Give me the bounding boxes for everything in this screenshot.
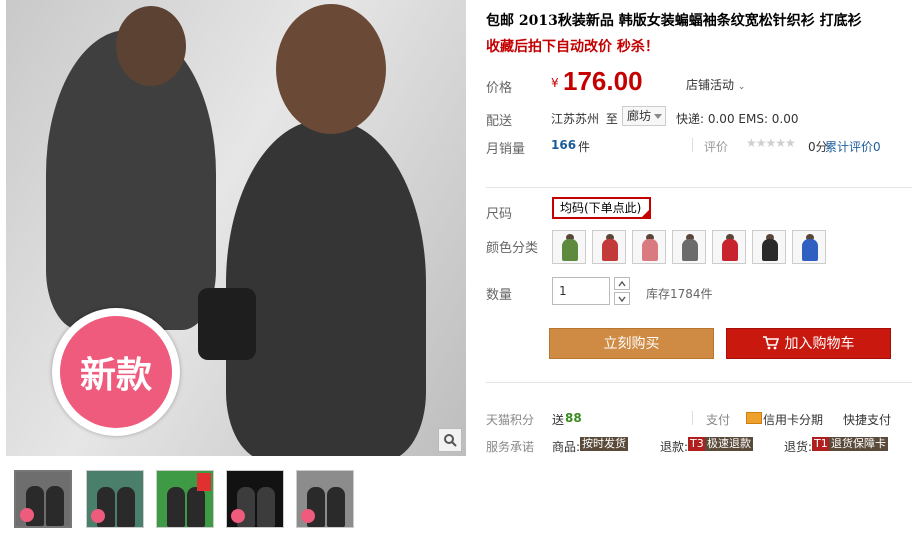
service-goods-prefix: 商品: [552, 440, 581, 454]
sale-tag-icon [197, 473, 211, 491]
shipping-label: 配送 [486, 114, 513, 129]
size-option-one-size[interactable]: 均码(下单点此) [552, 197, 651, 219]
buy-now-button[interactable]: 立刻购买 [549, 328, 714, 359]
rating-label: 评价 [704, 140, 729, 154]
price-currency: ¥ [551, 76, 559, 90]
divider [692, 138, 693, 152]
model-right-figure [226, 120, 426, 456]
quantity-input[interactable]: 1 [552, 277, 610, 305]
chevron-down-icon: ⌄ [737, 82, 746, 92]
chevron-up-icon [618, 280, 626, 286]
tmall-points-label: 天猫积分 [486, 413, 535, 427]
store-promo-label: 店铺活动 [686, 78, 735, 92]
monthly-sales-label: 月销量 [486, 142, 526, 157]
new-arrival-badge-text: 新款 [60, 316, 172, 428]
color-swatch-gray[interactable] [672, 230, 706, 264]
shipping-origin: 江苏苏州 [551, 112, 600, 126]
product-subtitle: 收藏后拍下自动改价 秒杀！ [486, 39, 659, 55]
points-send-word: 送 [552, 413, 565, 427]
price-value: 176.00 [563, 66, 643, 96]
shipping-fee: 快递: 0.00 EMS: 0.00 [676, 112, 799, 126]
shipping-route: 江苏苏州 至 [551, 110, 618, 127]
service-label: 服务承诺 [486, 440, 535, 454]
stock-count: 库存1784件 [646, 287, 713, 301]
monthly-sales-unit: 件 [578, 140, 591, 154]
new-arrival-badge: 新款 [52, 308, 180, 436]
color-swatch-black[interactable] [752, 230, 786, 264]
express-pay[interactable]: 快捷支付 [843, 411, 891, 428]
credit-card-installment[interactable]: 信用卡分期 [763, 411, 823, 428]
service-refund-code: T3 [688, 437, 706, 451]
add-to-cart-label: 加入购物车 [784, 336, 855, 352]
product-title: 包邮 2013秋装新品 韩版女装蝙蝠袖条纹宽松针织衫 打底衫 [486, 13, 862, 29]
quantity-label: 数量 [486, 288, 513, 303]
chevron-down-icon [618, 296, 626, 302]
main-product-image[interactable]: 新款 [6, 0, 466, 456]
thumbnail-1[interactable] [14, 470, 72, 528]
monthly-sales-count: 166 [551, 138, 577, 152]
selected-check-icon [641, 209, 650, 218]
color-swatch-pink[interactable] [632, 230, 666, 264]
quantity-decrease-button[interactable] [614, 292, 630, 305]
section-divider [486, 187, 912, 188]
review-count-link[interactable]: 累计评价0 [825, 138, 881, 155]
thumbnail-badge-icon [91, 509, 105, 523]
thumbnail-badge-icon [231, 509, 245, 523]
color-label: 颜色分类 [486, 241, 539, 256]
size-label: 尺码 [486, 207, 513, 222]
divider [692, 411, 693, 425]
store-promo-dropdown[interactable]: 店铺活动 ⌄ [686, 76, 745, 93]
handbag [198, 288, 256, 360]
cart-icon [762, 336, 779, 350]
quantity-increase-button[interactable] [614, 277, 630, 290]
color-swatch-red[interactable] [592, 230, 626, 264]
service-goods-tag[interactable]: 按时发货 [580, 437, 628, 451]
service-refund-prefix: 退款: [660, 440, 689, 454]
credit-card-icon [746, 412, 762, 424]
thumbnail-badge-icon [301, 509, 315, 523]
service-return-code: T1 [812, 437, 830, 451]
size-option-text: 均码(下单点此) [560, 201, 642, 215]
price-label: 价格 [486, 81, 513, 96]
service-refund-tag[interactable]: 极速退款 [705, 437, 753, 451]
thumbnail-2[interactable] [86, 470, 144, 528]
payment-label: 支付 [706, 413, 731, 427]
model-left-head [116, 6, 186, 86]
section-divider [486, 382, 912, 383]
thumbnail-badge-icon [20, 508, 34, 522]
destination-value: 廊坊 [627, 109, 652, 123]
destination-select[interactable]: 廊坊 [622, 106, 666, 126]
thumbnail-4[interactable] [226, 470, 284, 528]
color-swatch-rose[interactable] [712, 230, 746, 264]
shipping-to-word: 至 [605, 112, 618, 126]
service-return-tag[interactable]: 退货保障卡 [829, 437, 888, 451]
service-return-prefix: 退货: [784, 440, 813, 454]
thumbnail-5[interactable] [296, 470, 354, 528]
points-value: 88 [565, 411, 582, 425]
caret-down-icon [654, 114, 662, 119]
star-icon: ★★★★★ [746, 136, 796, 150]
thumbnail-3[interactable] [156, 470, 214, 528]
magnifier-icon[interactable] [438, 428, 462, 452]
color-swatch-green[interactable] [552, 230, 586, 264]
model-right-head [276, 4, 386, 134]
color-swatch-blue[interactable] [792, 230, 826, 264]
add-to-cart-button[interactable]: 加入购物车 [726, 328, 891, 359]
